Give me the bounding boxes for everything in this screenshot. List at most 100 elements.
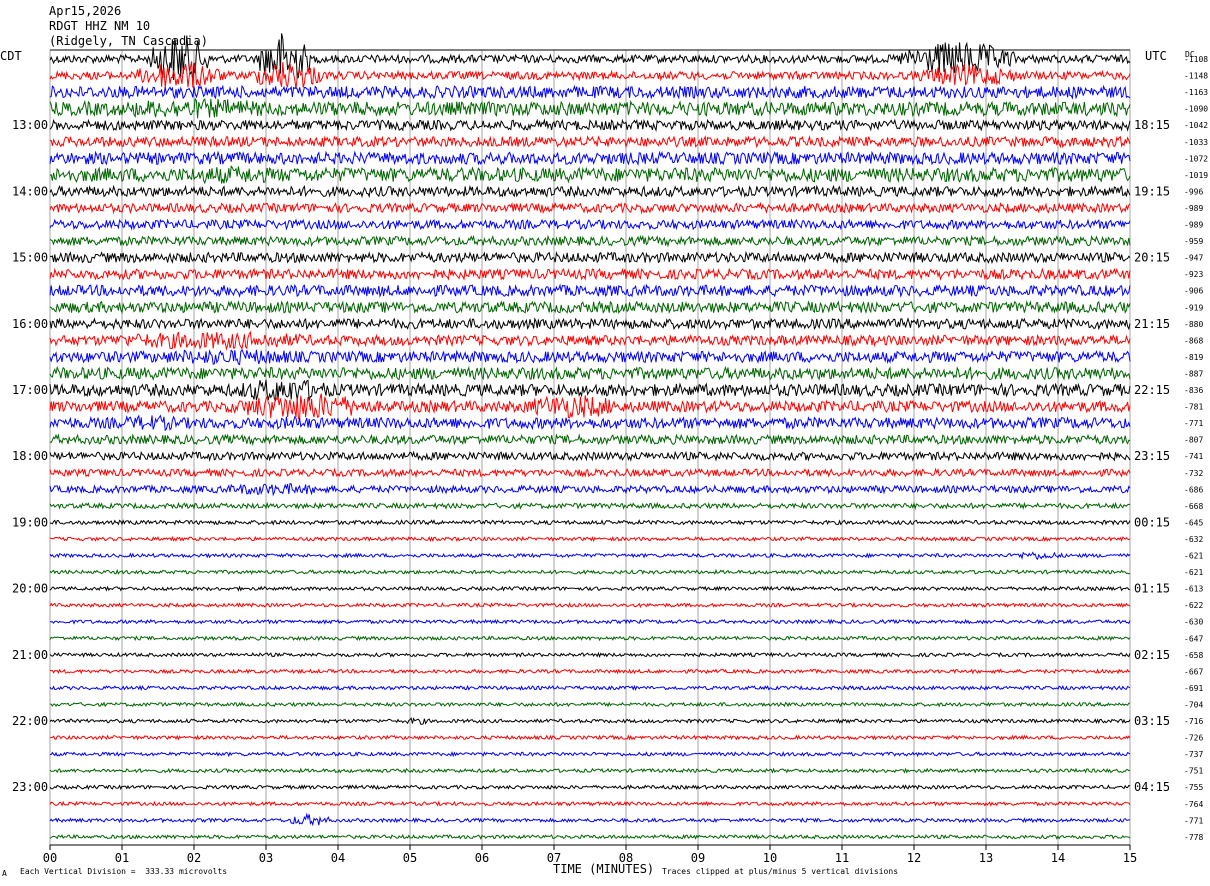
utc-hour-label: 02:15	[1134, 648, 1170, 662]
dc-offset-value: -989	[1184, 221, 1203, 230]
trace-row-3	[49, 97, 1131, 119]
dc-offset-value: -836	[1184, 386, 1203, 395]
cdt-hour-labels: 13:00 14:00 15:00 16:00 17:00 18:00 19:00 20:00…	[12, 118, 48, 794]
utc-hour-label: 04:15	[1134, 780, 1170, 794]
dc-offset-value: -1042	[1184, 121, 1208, 130]
dc-offset-value: -704	[1184, 700, 1203, 709]
dc-offset-value: -632	[1184, 535, 1203, 544]
trace-row-25	[49, 467, 1131, 479]
trace-row-5	[49, 134, 1131, 149]
utc-hour-label: 18:15	[1134, 118, 1170, 132]
x-tick-label: 00	[43, 851, 57, 865]
dc-offset-value: -771	[1184, 419, 1203, 428]
dc-offset-value: -771	[1184, 816, 1203, 825]
left-timezone-label: CDT	[0, 49, 22, 63]
trace-row-33	[49, 601, 1131, 609]
trace-row-7	[49, 165, 1131, 185]
dc-offset-value: -989	[1184, 204, 1203, 213]
cdt-hour-label: 22:00	[12, 714, 48, 728]
trace-row-15	[49, 300, 1131, 315]
dc-offset-value: -630	[1184, 618, 1203, 627]
dc-offset-value: -668	[1184, 502, 1203, 511]
dc-offset-value: -1163	[1184, 88, 1208, 97]
dc-offset-value: -781	[1184, 403, 1203, 412]
dc-offset-value: -1148	[1184, 72, 1208, 81]
trace-row-24	[49, 450, 1131, 462]
trace-row-40	[49, 717, 1131, 725]
clip-note: Traces clipped at plus/minus 5 vertical …	[662, 867, 899, 876]
trace-row-31	[49, 568, 1131, 576]
trace-row-44	[49, 784, 1131, 791]
trace-row-34	[49, 618, 1131, 625]
cdt-hour-label: 23:00	[12, 780, 48, 794]
x-tick-label: 15	[1123, 851, 1137, 865]
utc-hour-label: 20:15	[1134, 251, 1170, 265]
trace-row-43	[49, 767, 1131, 774]
station-label: RDGT HHZ NM 10	[49, 19, 151, 33]
trace-row-26	[49, 482, 1131, 497]
trace-row-4	[49, 118, 1131, 133]
dc-offset-value: -996	[1184, 187, 1203, 196]
date-label: Apr15,2026	[49, 4, 122, 18]
x-tick-label: 02	[187, 851, 201, 865]
utc-hour-label: 03:15	[1134, 714, 1170, 728]
trace-row-21	[49, 393, 1131, 420]
trace-row-11	[49, 234, 1131, 248]
trace-row-10	[49, 218, 1131, 231]
dc-offset-value: -1072	[1184, 154, 1208, 163]
dc-offset-value: -807	[1184, 436, 1203, 445]
x-tick-label: 03	[259, 851, 273, 865]
dc-offset-value: -906	[1184, 287, 1203, 296]
dc-offset-value: -621	[1184, 552, 1203, 561]
trace-row-16	[49, 317, 1131, 331]
dc-offset-value: -947	[1184, 254, 1203, 263]
dc-offset-value: -645	[1184, 518, 1203, 527]
trace-row-12	[49, 250, 1131, 265]
trace-row-30	[49, 551, 1131, 561]
cdt-hour-label: 21:00	[12, 648, 48, 662]
trace-row-20	[49, 379, 1131, 402]
trace-row-14	[49, 283, 1131, 298]
trace-row-1	[49, 61, 1131, 89]
trace-row-22	[49, 414, 1131, 432]
trace-row-41	[50, 734, 1131, 741]
dc-offset-value: -819	[1184, 353, 1203, 362]
trace-row-27	[49, 501, 1131, 511]
x-tick-label: 09	[691, 851, 705, 865]
footer-marker: A	[2, 869, 7, 878]
dc-offset-value: -647	[1184, 634, 1203, 643]
dc-offset-value: -613	[1184, 585, 1203, 594]
trace-row-6	[49, 150, 1131, 166]
cdt-hour-label: 13:00	[12, 118, 48, 132]
utc-hour-label: 23:15	[1134, 449, 1170, 463]
dc-offset-value: -755	[1184, 783, 1203, 792]
dc-offset-value: -919	[1184, 303, 1203, 312]
dc-offset-value: -1019	[1184, 171, 1208, 180]
cdt-hour-label: 17:00	[12, 383, 48, 397]
dc-offset-value: -1033	[1184, 138, 1208, 147]
right-timezone-label: UTC	[1145, 49, 1167, 63]
cdt-hour-label: 18:00	[12, 449, 48, 463]
dc-header-label: DC	[1185, 50, 1195, 59]
dc-offset-value: -658	[1184, 651, 1203, 660]
trace-row-19	[49, 365, 1131, 381]
cdt-hour-label: 15:00	[12, 251, 48, 265]
x-tick-label: 04	[331, 851, 345, 865]
trace-row-36	[49, 651, 1131, 658]
cdt-hour-label: 14:00	[12, 184, 48, 198]
trace-row-37	[49, 668, 1131, 675]
utc-hour-label: 19:15	[1134, 184, 1170, 198]
x-axis-title: TIME (MINUTES)	[553, 862, 655, 876]
x-tick-label: 11	[835, 851, 849, 865]
utc-hour-labels: 18:15 19:15 20:15 21:15 22:15 23:15 00:15 01:15…	[1134, 118, 1170, 794]
trace-row-38	[49, 684, 1131, 692]
dc-offset-value: -887	[1184, 369, 1203, 378]
dc-offset-value: -691	[1184, 684, 1203, 693]
cdt-hour-label: 19:00	[12, 515, 48, 529]
trace-row-18	[49, 348, 1131, 366]
x-tick-label: 05	[403, 851, 417, 865]
dc-offset-value: -686	[1184, 485, 1203, 494]
location-label: (Ridgely, TN Cascadia)	[49, 34, 208, 48]
dc-offset-value: -716	[1184, 717, 1203, 726]
dc-offset-value: -959	[1184, 237, 1203, 246]
